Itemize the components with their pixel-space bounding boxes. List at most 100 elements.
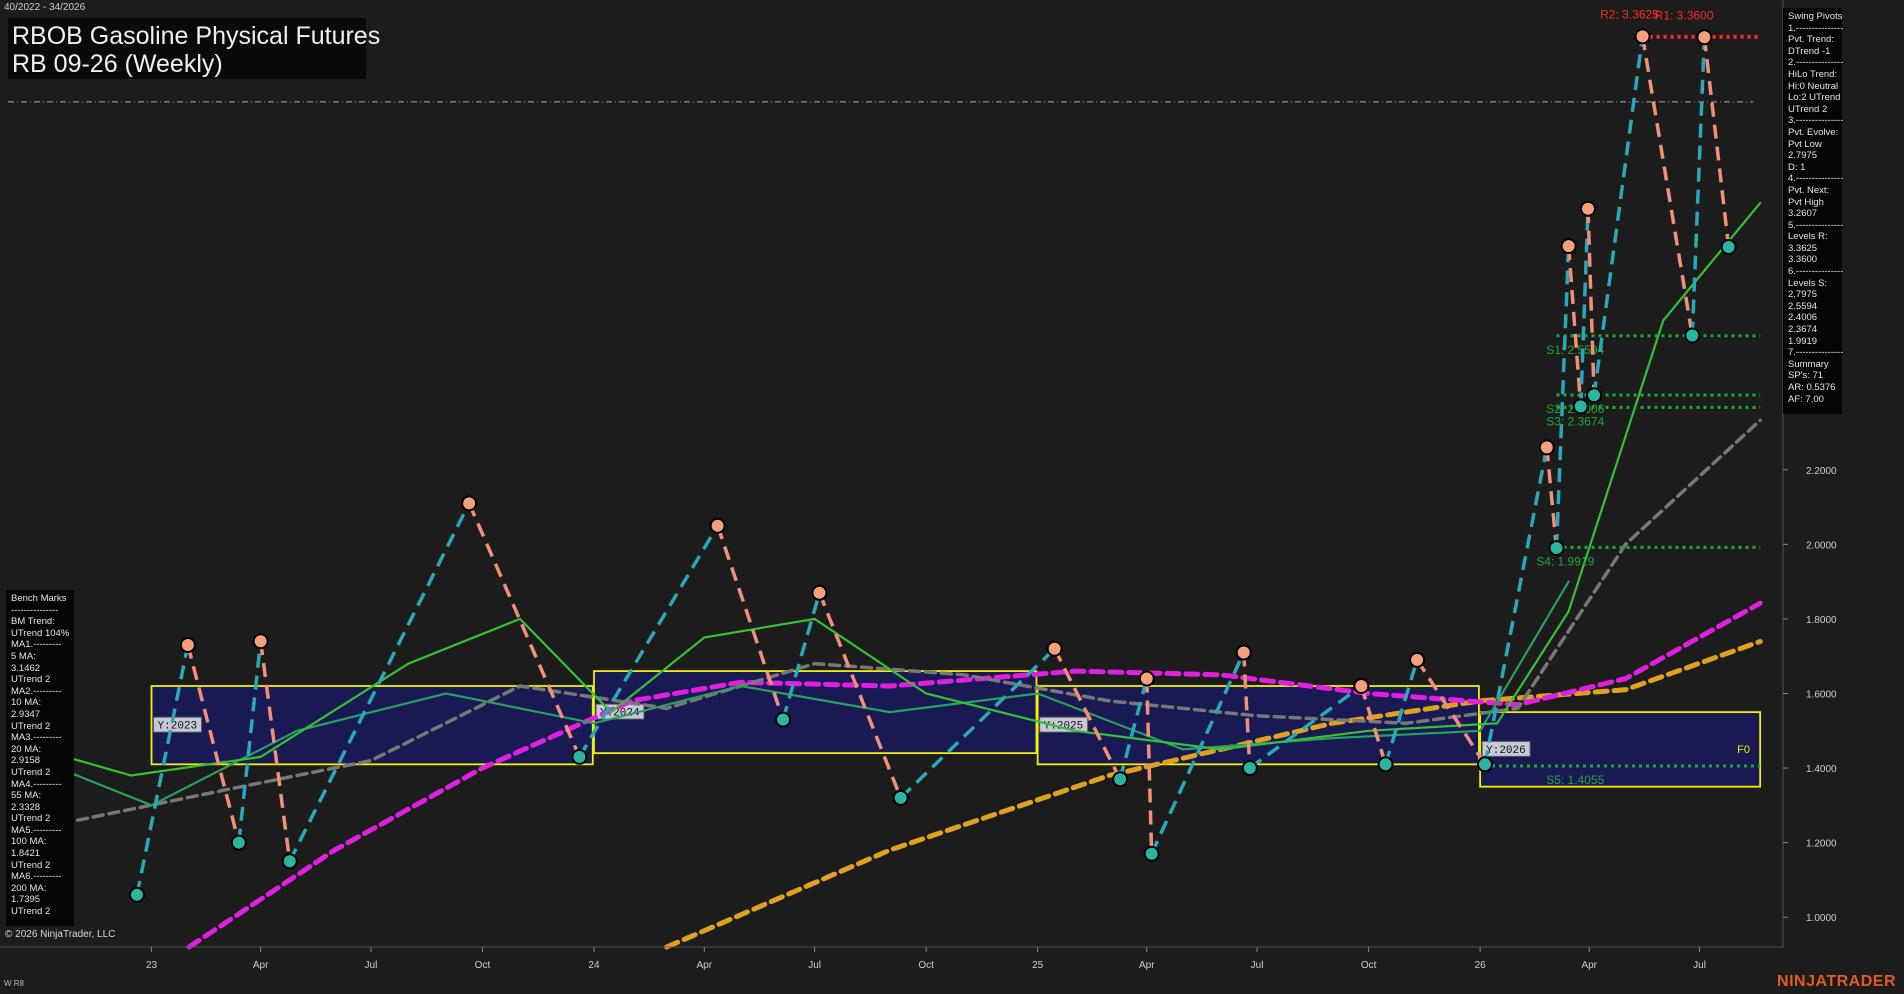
swing-line: Levels S: [1788, 277, 1828, 289]
x-tick-label: Jul [1693, 960, 1706, 971]
swing-line: 7.--------------- [1788, 347, 1844, 359]
y-tick-label: 1.4000 [1806, 764, 1837, 775]
pivot-low-marker [1684, 327, 1701, 344]
pivot-high-marker [1353, 678, 1370, 695]
chart-title: RBOB Gasoline Physical Futures [12, 22, 381, 50]
x-tick-label: Apr [697, 960, 713, 971]
swing-line: 5.--------------- [1788, 219, 1844, 231]
pivot-high-marker [1634, 28, 1651, 45]
price-chart[interactable]: Y:2023Y:2024Y:2025Y:2026 F0 R2: 3.3625R1:… [0, 0, 1904, 994]
y-tick-label: 2.2000 [1806, 466, 1837, 477]
pivot-high-marker [1538, 439, 1555, 456]
bench-line: Bench Marks [11, 593, 67, 604]
bench-line: MA2.--------- [11, 685, 62, 697]
x-tick-label: 24 [588, 960, 600, 971]
year-box-label: Y:2026 [1486, 745, 1526, 757]
date-range: 40/2022 - 34/2026 [4, 2, 86, 13]
swing-line: 2.5594 [1788, 300, 1818, 312]
swing-line: 6.--------------- [1788, 266, 1844, 278]
swing-line: 1.9919 [1788, 335, 1818, 347]
bench-line: 20 MA: [11, 743, 42, 755]
resistance-level-label: R1: 3.3600 [1655, 8, 1714, 22]
chart-subtitle: RB 09-26 (Weekly) [12, 50, 223, 78]
pivot-high-marker [1138, 670, 1155, 687]
bench-line: 3.1462 [11, 662, 41, 674]
pivot-low-marker [128, 886, 145, 903]
bench-line: MA6.--------- [11, 871, 62, 883]
x-tick-label: Apr [1581, 960, 1597, 971]
swing-line: SP's: 71 [1788, 370, 1824, 382]
swing-line: Pvt. Trend: [1788, 34, 1834, 46]
bench-line: UTrend 2 [11, 859, 51, 871]
support-level-label: S5: 1.4055 [1546, 773, 1604, 787]
bench-line: 2.3328 [11, 801, 41, 813]
x-tick-label: Oct [475, 960, 491, 971]
x-tick-label: Oct [1361, 960, 1377, 971]
swing-line: Lo:2 UTrend [1788, 92, 1841, 104]
bench-line: 100 MA: [11, 836, 47, 848]
swing-line: 3.--------------- [1788, 115, 1844, 127]
bench-line: 2.9158 [11, 755, 41, 767]
bench-line: 200 MA: [11, 882, 47, 894]
bench-line: MA5.--------- [11, 824, 62, 836]
pivot-low-marker [1112, 771, 1129, 788]
pivot-low-marker [1143, 845, 1160, 862]
y-tick-label: 2.0000 [1806, 540, 1837, 551]
pivot-high-marker [461, 495, 478, 512]
x-tick-label: Jul [365, 960, 378, 971]
pivot-high-marker [1560, 238, 1577, 255]
chart-title-box: RBOB Gasoline Physical Futures RB 09-26 … [8, 18, 380, 79]
bench-line: UTrend 2 [11, 720, 51, 732]
swing-line: Pvt High [1788, 196, 1824, 208]
pivot-low-marker [281, 853, 298, 870]
pivot-low-marker [775, 711, 792, 728]
brand-logo: NINJATRADER [1777, 973, 1896, 990]
x-tick-label: Jul [808, 960, 821, 971]
swing-line: UTrend 2 [1788, 103, 1828, 115]
f0-label: F0 [1737, 744, 1750, 756]
y-tick-label: 1.0000 [1806, 913, 1837, 924]
swing-line: 2.7975 [1788, 289, 1818, 301]
bench-line: 55 MA: [11, 790, 42, 802]
swing-line: AF: 7.00 [1788, 393, 1824, 405]
copyright: © 2026 NinjaTrader, LLC [5, 929, 116, 940]
pivot-low-marker [571, 748, 588, 765]
resistance-level-label: R2: 3.3625 [1600, 7, 1659, 21]
swing-line: 3.2607 [1788, 208, 1818, 220]
pivot-low-marker [1548, 540, 1565, 557]
pivot-high-marker [1046, 640, 1063, 657]
swing-line: Pvt. Evolve: [1788, 126, 1839, 138]
x-tick-label: Apr [253, 960, 269, 971]
swing-line: 2.7975 [1788, 150, 1818, 162]
swing-line: Swing Pivots [1788, 11, 1843, 22]
bench-line: BM Trend: [11, 616, 55, 628]
swing-line: Levels R: [1788, 231, 1828, 243]
bench-line: --------------- [11, 604, 59, 616]
bench-line: 5 MA: [11, 650, 36, 662]
pivot-low-marker [892, 789, 909, 806]
x-tick-label: Oct [918, 960, 934, 971]
pivot-high-marker [179, 637, 196, 654]
swing-line: 1.--------------- [1788, 22, 1844, 34]
swing-line: D: 1 [1788, 161, 1806, 173]
swing-line: AR: 0.5376 [1788, 382, 1836, 393]
pivot-high-marker [1409, 651, 1426, 668]
bench-line: MA3.--------- [11, 732, 62, 744]
pivot-low-marker [1241, 760, 1258, 777]
swing-pivots-panel: Swing Pivots 1.--------------- Pvt. Trend:… [1783, 8, 1844, 414]
pivot-low-marker [1572, 398, 1589, 415]
x-tick-label: 25 [1032, 960, 1044, 971]
bench-line: UTrend 2 [11, 906, 51, 918]
chart-background [0, 0, 1904, 994]
benchmarks-panel: Bench Marks --------------- BM Trend: UTren… [6, 590, 74, 926]
swing-line: Hi:0 Neutral [1788, 80, 1839, 92]
pivot-low-marker [1377, 756, 1394, 773]
swing-line: Pvt. Next: [1788, 184, 1830, 196]
swing-line: 2.4006 [1788, 312, 1818, 324]
swing-line: DTrend -1 [1788, 45, 1831, 57]
year-box-label: Y:2023 [158, 721, 198, 733]
bench-line: 1.7395 [11, 894, 41, 906]
support-level-label: S4: 1.9919 [1536, 554, 1594, 568]
x-tick-label: Apr [1139, 960, 1155, 971]
bench-line: MA4.--------- [11, 778, 62, 790]
